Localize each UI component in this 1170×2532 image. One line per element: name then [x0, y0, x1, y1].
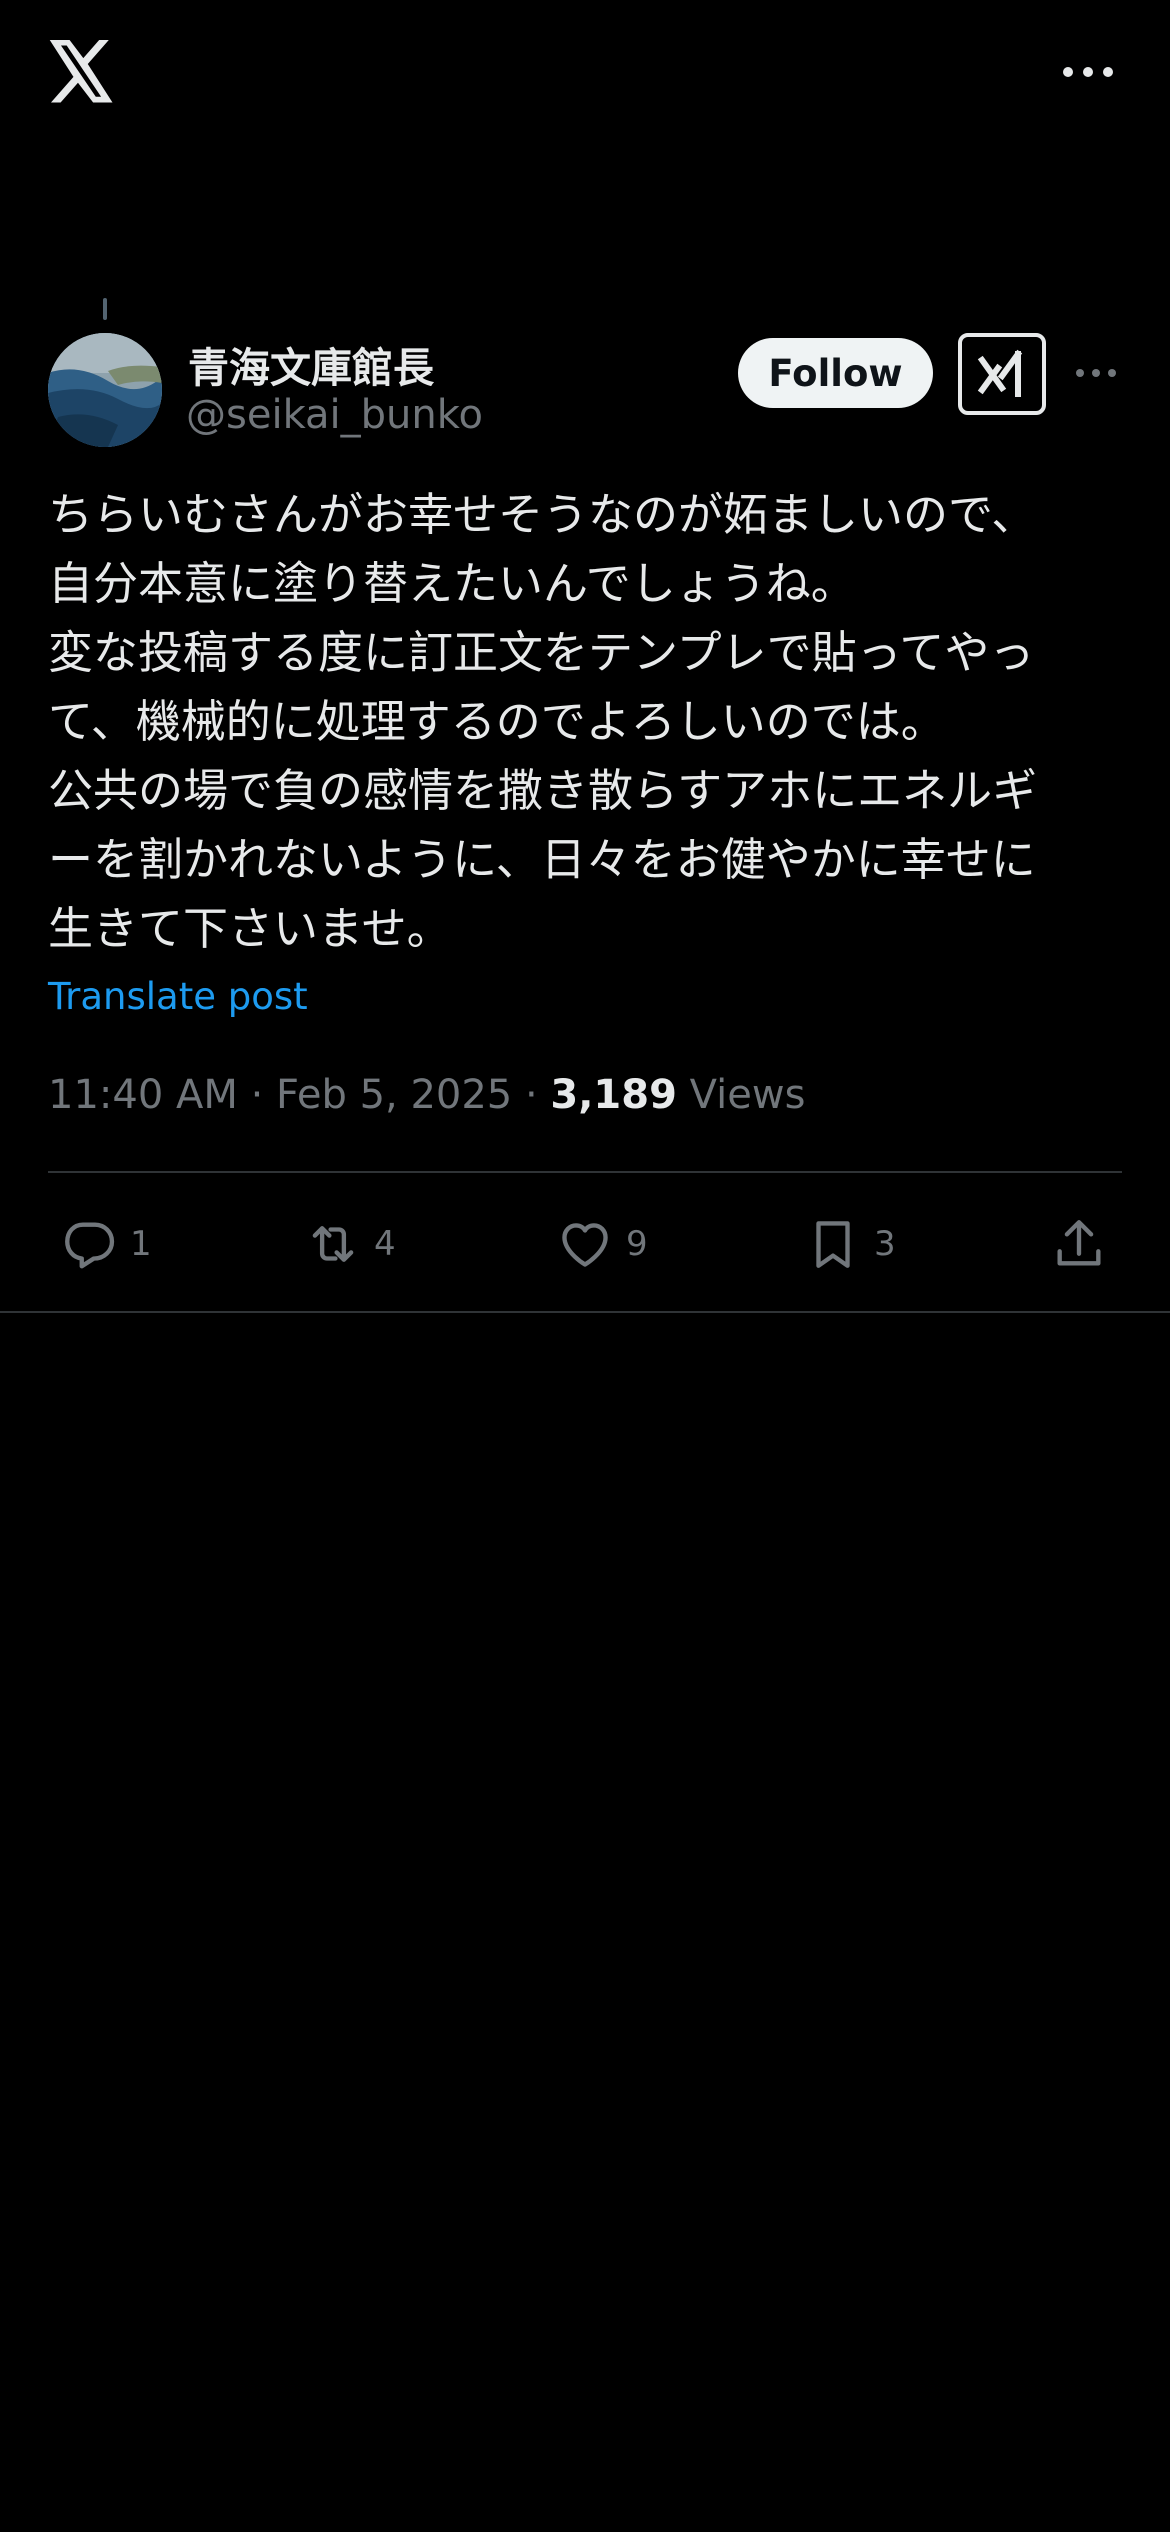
- action-bar: 1 4 9 3: [0, 1212, 1170, 1276]
- thread-line: [103, 298, 107, 320]
- bookmark-icon: [816, 1221, 850, 1268]
- meta-separator: ·: [250, 1072, 264, 1118]
- meta-separator: ·: [524, 1072, 538, 1118]
- translate-post-link[interactable]: Translate post: [48, 975, 308, 1018]
- divider: [0, 1311, 1170, 1313]
- post-date[interactable]: Feb 5, 2025: [276, 1072, 512, 1118]
- top-bar: [0, 0, 1170, 150]
- x-logo-icon[interactable]: [46, 40, 116, 104]
- reply-icon: [65, 1222, 115, 1269]
- repost-count: 4: [374, 1224, 396, 1264]
- post-time[interactable]: 11:40 AM: [48, 1072, 238, 1118]
- share-button[interactable]: [1050, 1212, 1108, 1276]
- repost-button[interactable]: 4: [304, 1212, 396, 1276]
- author-handle[interactable]: @seikai_bunko: [186, 392, 483, 438]
- grok-button[interactable]: [958, 333, 1046, 415]
- reply-button[interactable]: 1: [60, 1212, 152, 1276]
- post-text: ちらいむさんがお幸せそうなのが妬ましいので、 自分本意に塗り替えたいんでしょうね…: [48, 488, 1038, 955]
- views-count: 3,189: [550, 1072, 677, 1118]
- like-count: 9: [626, 1224, 648, 1264]
- more-horizontal-icon[interactable]: [1074, 362, 1118, 384]
- post-meta: 11:40 AM · Feb 5, 2025 · 3,189 Views: [48, 1072, 805, 1118]
- like-button[interactable]: 9: [556, 1212, 648, 1276]
- follow-button[interactable]: Follow: [738, 338, 933, 408]
- heart-icon: [562, 1223, 608, 1267]
- reply-count: 1: [130, 1224, 152, 1264]
- bookmark-count: 3: [874, 1224, 896, 1264]
- repost-icon: [312, 1226, 354, 1262]
- views-label: Views: [689, 1072, 806, 1118]
- avatar[interactable]: [48, 333, 162, 447]
- grok-icon: [977, 349, 1023, 397]
- bookmark-button[interactable]: 3: [804, 1212, 896, 1276]
- more-horizontal-icon[interactable]: [1060, 58, 1116, 86]
- avatar-icon: [48, 333, 162, 447]
- author-display-name[interactable]: 青海文庫館長: [188, 334, 434, 394]
- share-icon: [1057, 1220, 1101, 1266]
- divider: [48, 1171, 1122, 1173]
